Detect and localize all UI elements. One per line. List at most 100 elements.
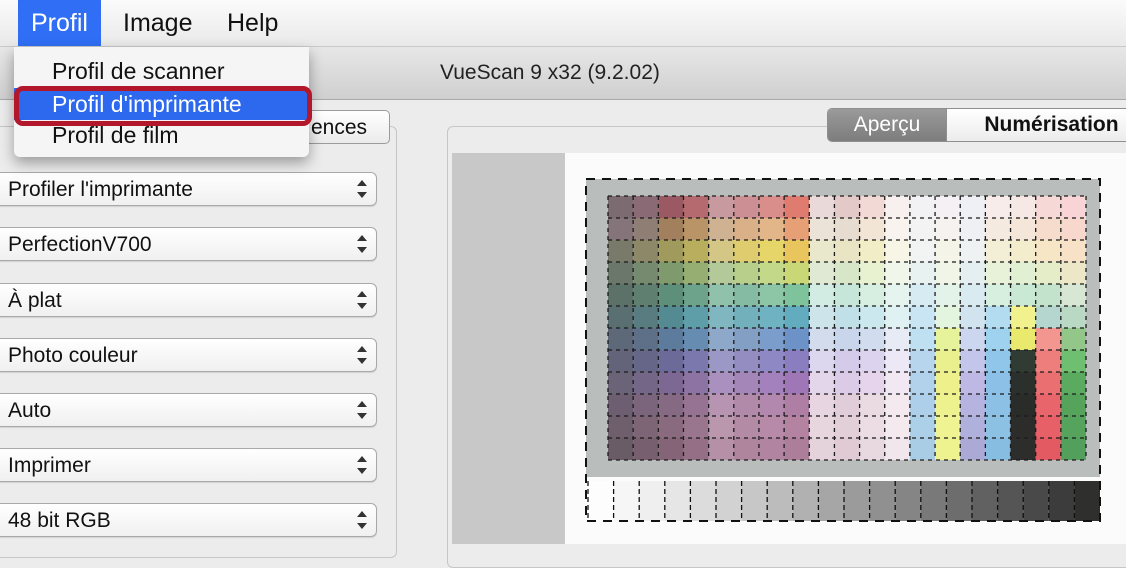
- color-patch: [1035, 262, 1061, 284]
- preview-image-area[interactable]: [452, 153, 1126, 544]
- color-patch: [960, 284, 986, 306]
- color-patch: [1035, 196, 1061, 218]
- select-output[interactable]: Imprimer: [0, 448, 377, 482]
- tab-apercu[interactable]: Aperçu: [828, 109, 946, 141]
- select-task[interactable]: Profiler l'imprimante: [0, 172, 377, 206]
- updown-arrows-icon: [357, 510, 367, 530]
- grayscale-patch: [690, 481, 716, 521]
- color-patch: [633, 394, 659, 416]
- color-patch: [1060, 218, 1086, 240]
- color-patch: [733, 196, 759, 218]
- select-bits-per-pixel[interactable]: Auto: [0, 393, 377, 427]
- color-patch: [608, 306, 634, 328]
- color-patch: [935, 350, 961, 372]
- color-patch: [683, 284, 709, 306]
- color-patch: [683, 328, 709, 350]
- color-patch: [809, 262, 835, 284]
- grayscale-patch: [920, 481, 947, 521]
- color-patch: [859, 196, 885, 218]
- select-color-depth[interactable]: 48 bit RGB: [0, 503, 377, 537]
- select-task-value: Profiler l'imprimante: [8, 178, 193, 201]
- color-patch: [809, 240, 835, 262]
- color-patch: [859, 262, 885, 284]
- updown-arrows-icon: [357, 179, 367, 199]
- grayscale-patch: [716, 481, 742, 521]
- color-patch: [1010, 438, 1036, 460]
- color-patch: [733, 394, 759, 416]
- menu-item-profil-scanner[interactable]: Profil de scanner: [14, 55, 309, 87]
- color-patch: [708, 394, 734, 416]
- color-patch: [859, 328, 885, 350]
- menu-image[interactable]: Image: [110, 0, 205, 46]
- color-patch: [784, 196, 810, 218]
- color-patch: [1060, 262, 1086, 284]
- color-patch: [859, 438, 885, 460]
- color-patch: [1010, 218, 1036, 240]
- color-patch: [960, 372, 986, 394]
- color-patch: [834, 306, 860, 328]
- color-patch: [1035, 350, 1061, 372]
- grayscale-patch: [997, 481, 1024, 521]
- color-patch: [784, 306, 810, 328]
- color-patch: [1010, 416, 1036, 438]
- color-patch: [884, 416, 910, 438]
- color-patch: [884, 284, 910, 306]
- color-patch: [935, 196, 961, 218]
- color-patch: [683, 306, 709, 328]
- color-patch: [658, 372, 684, 394]
- color-patch: [784, 262, 810, 284]
- color-patch: [733, 218, 759, 240]
- grayscale-patch: [613, 481, 640, 521]
- color-patch: [784, 416, 810, 438]
- color-patch: [985, 262, 1011, 284]
- color-patch: [809, 394, 835, 416]
- color-target-image: [565, 153, 1126, 544]
- color-patch: [658, 218, 684, 240]
- tab-numerisation[interactable]: Numérisation: [946, 109, 1126, 141]
- color-patch: [758, 284, 785, 306]
- menu-help[interactable]: Help: [214, 0, 291, 46]
- color-patch: [960, 416, 986, 438]
- color-patch: [809, 196, 835, 218]
- select-mode[interactable]: À plat: [0, 283, 377, 317]
- color-patch: [834, 262, 860, 284]
- color-patch: [733, 416, 759, 438]
- color-patch: [1035, 328, 1061, 350]
- color-patch: [608, 262, 634, 284]
- color-patch: [909, 394, 936, 416]
- select-media[interactable]: Photo couleur: [0, 338, 377, 372]
- color-patch: [683, 416, 709, 438]
- color-patch: [809, 218, 835, 240]
- color-patch: [758, 350, 785, 372]
- color-patch: [1035, 394, 1061, 416]
- color-patch: [633, 262, 659, 284]
- color-patch: [1060, 284, 1086, 306]
- color-patch: [633, 306, 659, 328]
- color-patch: [859, 350, 885, 372]
- color-patch: [909, 196, 936, 218]
- grayscale-patch: [972, 481, 998, 521]
- menu-profil[interactable]: Profil: [18, 0, 101, 46]
- color-patch: [960, 328, 986, 350]
- color-patch: [633, 372, 659, 394]
- color-patch: [708, 350, 734, 372]
- color-patch: [1010, 196, 1036, 218]
- color-patch: [859, 306, 885, 328]
- color-patch: [1010, 350, 1036, 372]
- color-patch: [1035, 306, 1061, 328]
- grayscale-patch: [1048, 481, 1075, 521]
- color-patch: [633, 416, 659, 438]
- color-patch: [809, 328, 835, 350]
- color-patch: [809, 416, 835, 438]
- color-patch: [884, 240, 910, 262]
- color-patch: [1060, 306, 1086, 328]
- select-source[interactable]: PerfectionV700: [0, 227, 377, 261]
- grayscale-patch: [639, 481, 665, 521]
- color-patch: [884, 218, 910, 240]
- color-patch: [784, 328, 810, 350]
- color-patch: [733, 372, 759, 394]
- updown-arrows-icon: [357, 234, 367, 254]
- color-patch: [884, 438, 910, 460]
- color-patch: [909, 262, 936, 284]
- color-patch: [909, 218, 936, 240]
